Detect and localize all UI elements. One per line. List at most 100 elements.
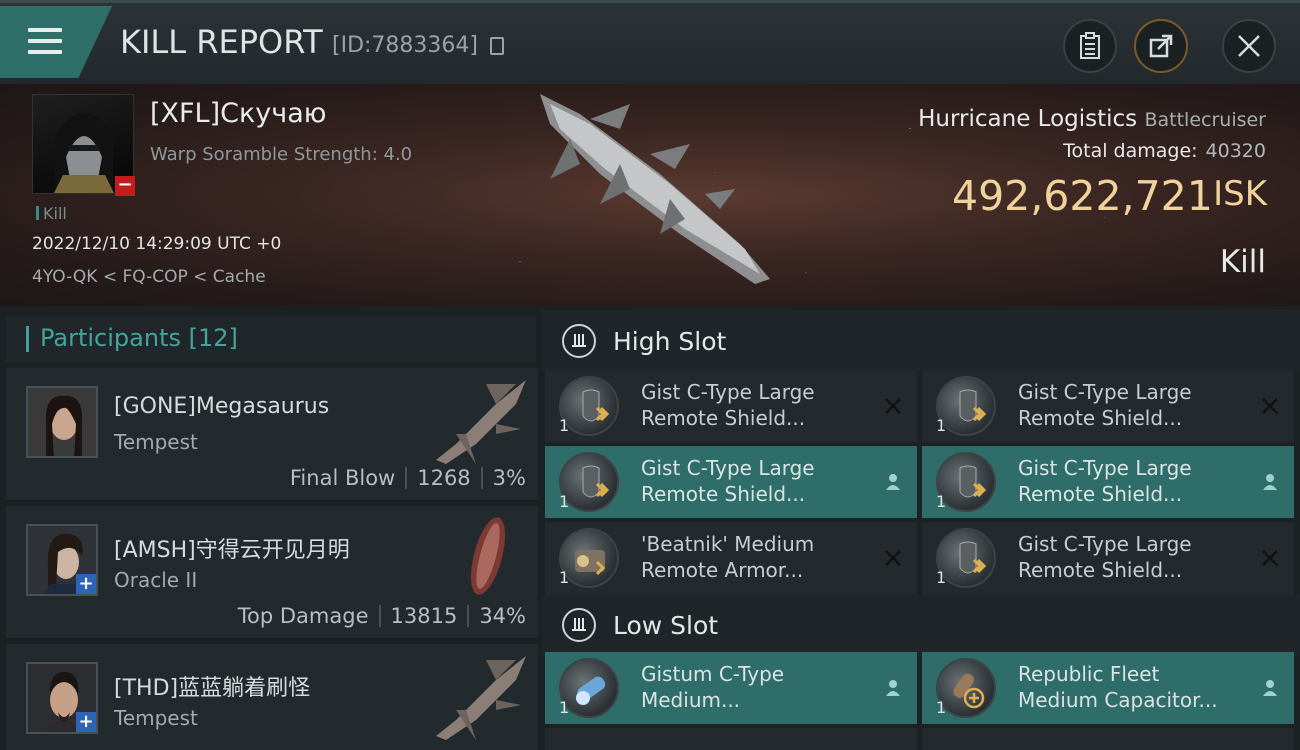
participant-ship: Oracle II [114, 568, 198, 592]
participant-ship: Tempest [114, 430, 198, 454]
participant-row[interactable]: + [THD]蓝蓝躺着刷怪 Tempest [6, 644, 538, 750]
total-damage-value: 40320 [1205, 140, 1266, 162]
victim-subtitle: Warp Soramble Strength: 4.0 [150, 144, 413, 165]
ally-badge: + [76, 712, 96, 732]
menu-button[interactable] [0, 6, 112, 78]
module-name-line2: Remote Shield... [1018, 558, 1183, 582]
module-name-line1: Gistum C-Type [641, 662, 785, 686]
participants-label: Participants [40, 324, 181, 352]
fitting-panel: High Slot 1 Gist C-Type Large Remote Shi… [542, 306, 1300, 750]
module-name-line2: Remote Shield... [641, 406, 806, 430]
kill-tag: Kill [36, 204, 67, 223]
low-slot-title: Low Slot [613, 611, 719, 640]
module-item[interactable]: 1 Gist C-Type Large Remote Shield... [922, 446, 1294, 518]
participants-header: Participants [12] [6, 316, 536, 362]
isk-unit: ISK [1213, 174, 1267, 214]
hamburger-icon [28, 28, 62, 54]
share-icon [1149, 34, 1173, 58]
low-slot-icon [562, 608, 596, 642]
participant-ship: Tempest [114, 706, 198, 730]
dropped-person-icon [881, 470, 905, 494]
module-item[interactable]: 1 Gist C-Type Large Remote Shield... [922, 522, 1294, 594]
module-qty: 1 [559, 492, 570, 511]
close-icon [1238, 35, 1260, 57]
high-slot-title: High Slot [613, 327, 727, 356]
participant-ship-image[interactable] [426, 512, 536, 608]
total-damage-label: Total damage: [1063, 140, 1198, 162]
module-name-line1: Gist C-Type Large [1018, 456, 1192, 480]
module-item[interactable]: 1 Republic Fleet Medium Capacitor... [922, 652, 1294, 724]
ship-class: Battlecruiser [1144, 109, 1266, 131]
participants-count: [12] [188, 324, 238, 352]
victim-name[interactable]: [XFL]Скучаю [150, 98, 327, 129]
page-title: KILL REPORT [120, 23, 323, 61]
isk-value: 492,622,721 [952, 172, 1213, 220]
participant-name: [THD]蓝蓝躺着刷怪 [114, 676, 311, 701]
participant-role: Top Damage [237, 604, 369, 628]
victim-ship-image[interactable] [520, 84, 790, 294]
module-name-line1: Gist C-Type Large [641, 456, 815, 480]
victim-ship-type[interactable]: Hurricane Logistics Battlecruiser [918, 106, 1266, 132]
module-item[interactable]: 1 Gist C-Type Large Remote Shield... [922, 370, 1294, 442]
participant-row[interactable]: [GONE]Megasaurus Tempest Final Blow 1268 3… [6, 368, 538, 502]
participant-row[interactable]: + [AMSH]守得云开见月明 Oracle II Top Damage 1381… [6, 506, 538, 640]
destroyed-icon [881, 394, 905, 418]
module-qty: 1 [559, 568, 570, 587]
module-name-line1: Gist C-Type Large [641, 380, 815, 404]
module-qty: 1 [936, 568, 947, 587]
report-id: [ID:7883364] [332, 33, 478, 58]
participants-panel: Participants [12] [GONE]Megasaurus Tempe… [0, 306, 542, 750]
kill-datetime: 2022/12/10 14:29:09 UTC +0 [32, 234, 282, 254]
module-qty: 1 [559, 698, 570, 717]
copy-id-icon[interactable] [490, 37, 504, 55]
total-damage: Total damage: 40320 [1063, 140, 1266, 162]
module-item[interactable]: 1 Gist C-Type Large Remote Shield... [545, 446, 917, 518]
victim-panel: − [XFL]Скучаю Warp Soramble Strength: 4.… [0, 84, 1300, 306]
module-name-line2: Remote Shield... [1018, 406, 1183, 430]
dropped-person-icon [881, 676, 905, 700]
module-qty: 1 [559, 416, 570, 435]
module-item[interactable] [545, 728, 917, 750]
module-qty: 1 [936, 492, 947, 511]
module-item[interactable]: 1 Gist C-Type Large Remote Shield... [545, 370, 917, 442]
participant-name: [GONE]Megasaurus [114, 394, 330, 419]
clipboard-icon [1080, 32, 1100, 59]
destroyed-icon [1258, 394, 1282, 418]
high-slot-header: High Slot [542, 310, 1300, 372]
module-name-line2: Medium Capacitor... [1018, 688, 1218, 712]
header-bar: KILL REPORT [ID:7883364] [0, 0, 1300, 84]
low-slot-header: Low Slot [542, 594, 1300, 656]
module-name-line1: Republic Fleet [1018, 662, 1160, 686]
ship-name: Hurricane Logistics [918, 106, 1138, 132]
participant-name: [AMSH]守得云开见月明 [114, 538, 350, 563]
module-item[interactable]: 1 Gistum C-Type Medium... [545, 652, 917, 724]
destroyed-icon [1258, 546, 1282, 570]
participant-ship-image[interactable] [426, 374, 536, 470]
module-name-line2: Medium... [641, 688, 741, 712]
participant-ship-image[interactable] [426, 650, 536, 746]
module-name-line2: Remote Shield... [641, 482, 806, 506]
ally-badge: + [76, 574, 96, 594]
high-slot-icon [562, 324, 596, 358]
header-accent [26, 326, 29, 352]
kill-location[interactable]: 4YO-QK < FQ-COP < Cache [32, 267, 266, 287]
clipboard-button[interactable] [1063, 19, 1117, 73]
module-name-line1: 'Beatnik' Medium [641, 532, 815, 556]
module-name-line1: Gist C-Type Large [1018, 532, 1192, 556]
module-qty: 1 [936, 698, 947, 717]
share-button[interactable] [1134, 19, 1188, 73]
module-item[interactable]: 1 'Beatnik' Medium Remote Armor... [545, 522, 917, 594]
hostile-badge: − [115, 176, 135, 196]
module-qty: 1 [936, 416, 947, 435]
result-label: Kill [1219, 244, 1266, 280]
destroyed-icon [881, 546, 905, 570]
module-item[interactable] [922, 728, 1294, 750]
module-name-line2: Remote Shield... [1018, 482, 1183, 506]
participant-avatar[interactable] [26, 386, 98, 458]
participant-role: Final Blow [289, 466, 396, 490]
dropped-person-icon [1258, 676, 1282, 700]
dropped-person-icon [1258, 470, 1282, 494]
module-name-line1: Gist C-Type Large [1018, 380, 1192, 404]
module-name-line2: Remote Armor... [641, 558, 804, 582]
close-button[interactable] [1222, 19, 1276, 73]
